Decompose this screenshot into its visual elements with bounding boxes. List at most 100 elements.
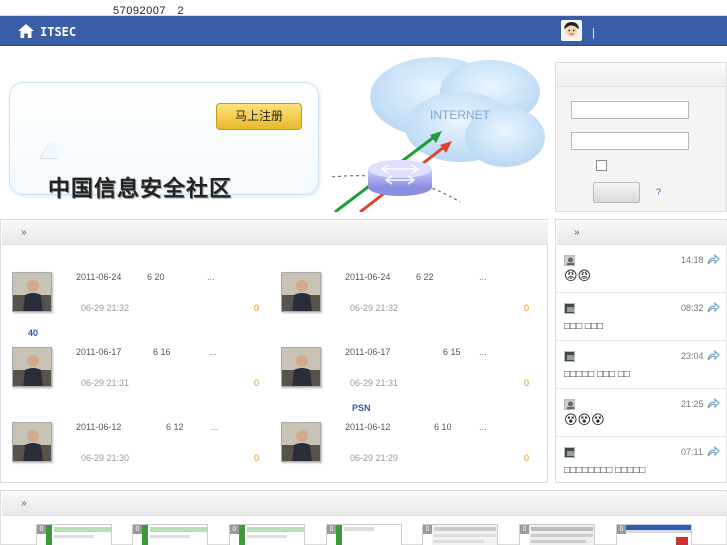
user-avatar-icon[interactable] (564, 303, 575, 314)
news-time: 06-29 21:30 (81, 453, 130, 463)
news-thumbnail[interactable] (12, 272, 52, 312)
news-time: 06-29 21:31 (350, 378, 399, 388)
feed-time: 23:04 (681, 351, 704, 361)
feed-header-arrow: » (574, 227, 580, 238)
username-field[interactable] (571, 101, 689, 119)
main-navbar: ITSEC | (0, 16, 727, 46)
news-title[interactable]: 6 16 (153, 347, 171, 357)
shot-badge: 0 (37, 525, 46, 534)
shot-badge: 0 (423, 525, 432, 534)
news-date: 2011-06-24 (76, 272, 122, 282)
shot-badge: 0 (520, 525, 529, 534)
news-title[interactable]: 6 22 (416, 272, 434, 282)
news-date: 2011-06-12 (76, 422, 122, 432)
news-comment-count[interactable]: 0 (524, 453, 529, 463)
shot-badge: 0 (230, 525, 239, 534)
feed-item[interactable]: 21:25 😵😵😵 (557, 389, 727, 437)
news-date: 2011-06-17 (76, 347, 122, 357)
news-ellipsis: ... (479, 272, 487, 282)
news-date: 2011-06-12 (345, 422, 391, 432)
screenshot-thumbnail[interactable]: 0 (36, 524, 112, 545)
news-ellipsis: ... (211, 422, 219, 432)
feed-text: 😡😡 (564, 268, 592, 283)
news-title[interactable]: 6 12 (166, 422, 184, 432)
shot-badge: 0 (617, 525, 626, 534)
user-avatar-icon[interactable] (564, 399, 575, 410)
screenshots-panel-header: » (2, 492, 727, 516)
news-thumbnail[interactable] (12, 422, 52, 462)
feed-text: 😵😵😵 (564, 412, 605, 427)
news-comment-count[interactable]: 0 (254, 303, 259, 313)
news-thumbnail[interactable] (281, 272, 321, 312)
news-comment-count[interactable]: 0 (254, 453, 259, 463)
user-avatar-icon[interactable] (564, 351, 575, 362)
screenshot-thumbnail[interactable]: 0 (132, 524, 208, 545)
home-icon[interactable] (18, 24, 34, 38)
news-time: 06-29 21:31 (81, 378, 130, 388)
news-comment-count[interactable]: 0 (254, 378, 259, 388)
news-thumbnail[interactable] (281, 422, 321, 462)
news-time: 06-29 21:29 (350, 453, 399, 463)
news-panel: » 2011-06-24 6 20 ... 06-29 21:32 0 2011… (0, 219, 548, 483)
community-slogan: 中国信息安全社区 (48, 176, 233, 202)
register-button[interactable]: 马上注册 (216, 103, 302, 130)
news-time: 06-29 21:32 (81, 303, 130, 313)
screenshot-thumbnail[interactable]: 0 (229, 524, 305, 545)
news-date: 2011-06-24 (345, 272, 391, 282)
feed-item[interactable]: 08:32 □□□ □□□ (557, 293, 727, 341)
news-panel-header: » (2, 221, 548, 245)
news-title[interactable]: 6 15 (443, 347, 461, 357)
avatar[interactable] (561, 20, 582, 41)
screenshot-thumbnail[interactable]: 0 (616, 524, 692, 545)
screenshot-thumbnail[interactable]: 0 (422, 524, 498, 545)
share-arrow-icon[interactable] (707, 398, 720, 409)
shot-badge: 0 (327, 525, 336, 534)
user-avatar-icon[interactable] (564, 447, 575, 458)
internet-label: INTERNET (430, 108, 491, 122)
news-title[interactable]: 6 20 (147, 272, 165, 282)
shot-badge: 0 (133, 525, 142, 534)
news-comment-count[interactable]: 0 (524, 378, 529, 388)
password-field[interactable] (571, 132, 689, 150)
news-ellipsis: ... (479, 422, 487, 432)
screenshot-thumbnail[interactable]: 0 (519, 524, 595, 545)
news-ellipsis: ... (479, 347, 487, 357)
news-ellipsis: ... (207, 272, 215, 282)
news-thumbnail[interactable] (281, 347, 321, 387)
news-ellipsis: ... (209, 347, 217, 357)
brand-name[interactable]: ITSEC (40, 25, 76, 39)
feed-time: 08:32 (681, 303, 704, 313)
news-thumbnail[interactable] (12, 347, 52, 387)
feed-time: 07:11 (681, 447, 703, 457)
login-button[interactable] (593, 182, 640, 203)
feed-time: 14:18 (681, 255, 704, 265)
feed-text: □□□□□ □□□ □□ (564, 369, 630, 380)
internet-cloud-illustration: INTERNET (330, 57, 545, 212)
screenshots-panel: » 0 0 0 0 0 0 0 (0, 490, 727, 545)
news-time: 06-29 21:32 (350, 303, 399, 313)
top-info-bar: 57092007 2 (0, 0, 727, 17)
share-arrow-icon[interactable] (707, 350, 720, 361)
feed-time: 21:25 (681, 399, 704, 409)
news-sub-link-40[interactable]: 40 (28, 328, 38, 338)
login-panel: ? (555, 62, 727, 212)
feed-text: □□□ □□□ (564, 321, 604, 332)
feed-item[interactable]: 07:11 □□□□□□□□ □□□□□ (557, 437, 727, 485)
feed-item[interactable]: 23:04 □□□□□ □□□ □□ (557, 341, 727, 389)
news-title[interactable]: 6 10 (434, 422, 452, 432)
share-arrow-icon[interactable] (707, 302, 720, 313)
feed-item[interactable]: 14:18 😡😡 (557, 245, 727, 293)
news-comment-count[interactable]: 0 (524, 303, 529, 313)
login-panel-header (556, 63, 726, 87)
remember-me-checkbox[interactable] (596, 160, 607, 171)
share-arrow-icon[interactable] (707, 446, 720, 457)
screenshot-thumbnail[interactable]: 0 (326, 524, 402, 545)
news-date: 2011-06-17 (345, 347, 391, 357)
help-link[interactable]: ? (656, 187, 661, 197)
nav-separator: | (592, 27, 595, 39)
news-header-arrow: » (21, 227, 27, 238)
user-avatar-icon[interactable] (564, 255, 575, 266)
news-sub-link-psn[interactable]: PSN (352, 403, 371, 413)
screenshots-header-arrow: » (21, 498, 27, 509)
share-arrow-icon[interactable] (707, 254, 720, 265)
